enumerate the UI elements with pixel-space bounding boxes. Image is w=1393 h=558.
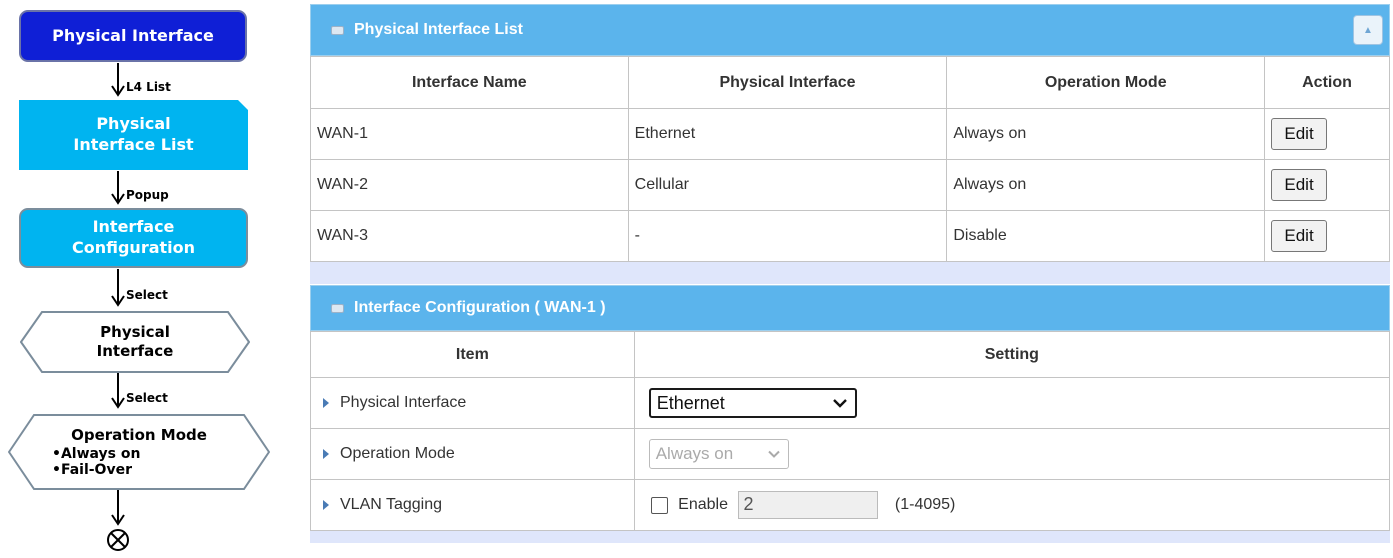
row-label: Physical Interface <box>317 394 628 412</box>
vlan-id-input[interactable]: 2 <box>738 491 879 519</box>
physical-interface-label: Physical Interface <box>340 394 467 411</box>
cell-physical-interface: - <box>627 210 948 262</box>
circle-cross-icon <box>107 529 129 551</box>
panel-footer <box>310 531 1390 543</box>
collapse-button[interactable]: ▲ <box>1353 15 1383 45</box>
select-value: Always on <box>655 444 734 463</box>
flow-node-label-line: Operation Mode <box>71 426 207 445</box>
vlan-tagging-label: VLAN Tagging <box>340 496 442 513</box>
cell-action: Edit <box>1264 108 1390 160</box>
cell-setting: Always on <box>633 428 1391 480</box>
column-header-item: Item <box>310 331 635 378</box>
column-header-setting: Setting <box>633 331 1391 378</box>
table-row: WAN-2 Cellular Always on Edit <box>310 159 1390 211</box>
flow-node-operation-mode: Operation Mode •Always on •Fail-Over <box>8 414 270 490</box>
panel-header: Interface Configuration ( WAN-1 ) <box>310 285 1390 331</box>
cell-item: Physical Interface <box>310 377 635 429</box>
cell-physical-interface: Cellular <box>627 159 948 211</box>
table-row: Physical Interface Ethernet <box>310 377 1391 429</box>
flow-node-interface-configuration: Interface Configuration <box>19 208 248 268</box>
cell-physical-interface: Ethernet <box>627 108 948 160</box>
row-label: Operation Mode <box>317 445 628 463</box>
cell-item: VLAN Tagging <box>310 479 635 531</box>
physical-interface-select[interactable]: Ethernet <box>648 388 857 418</box>
physical-interface-list-panel: Physical Interface List ▲ Interface Name… <box>310 4 1390 284</box>
panel-title: Physical Interface List <box>354 21 523 38</box>
flow-node-select-physical-interface: Physical Interface <box>20 311 250 373</box>
cell-interface-name: WAN-2 <box>310 159 629 211</box>
column-header-interface-name: Interface Name <box>310 56 629 109</box>
cell-setting: Enable 2 (1-4095) <box>633 479 1391 531</box>
triangle-up-icon: ▲ <box>1363 24 1373 36</box>
flow-node-label-line: Configuration <box>71 238 196 257</box>
cell-item: Operation Mode <box>310 428 635 480</box>
cell-operation-mode: Disable <box>946 210 1266 262</box>
triangle-right-icon <box>323 500 329 510</box>
edit-button-wan-2[interactable]: Edit <box>1271 169 1328 201</box>
table-row: Operation Mode Always on <box>310 428 1391 480</box>
configuration-table: Item Setting Physical Interface Ethernet <box>310 331 1391 531</box>
cell-setting: Ethernet <box>633 377 1391 429</box>
interface-table: Interface Name Physical Interface Operat… <box>310 56 1390 262</box>
edit-button-wan-3[interactable]: Edit <box>1271 220 1328 252</box>
select-value: Ethernet <box>656 392 725 413</box>
flow-node-label-line: Physical <box>100 322 170 341</box>
table-row: VLAN Tagging Enable 2 (1-4095) <box>310 479 1391 531</box>
cell-action: Edit <box>1264 159 1390 211</box>
flow-option-always-on: •Always on <box>52 445 141 462</box>
flow-node-label-line: Physical <box>96 114 171 134</box>
flow-node-physical-interface: Physical Interface <box>19 10 247 62</box>
vlan-range-hint: (1-4095) <box>894 496 956 513</box>
cell-interface-name: WAN-1 <box>310 108 629 160</box>
flow-arrow-label-popup: Popup <box>126 188 169 202</box>
cell-operation-mode: Always on <box>946 159 1266 211</box>
table-header-row: Item Setting <box>310 331 1391 378</box>
table-row: WAN-1 Ethernet Always on Edit <box>310 108 1390 160</box>
column-header-physical-interface: Physical Interface <box>627 56 948 109</box>
flow-node-label-line: Interface <box>96 342 174 360</box>
column-header-operation-mode: Operation Mode <box>946 56 1266 109</box>
flow-node-label-line: Interface List <box>73 135 194 154</box>
flow-arrow-label-select: Select <box>126 288 168 302</box>
table-header-row: Interface Name Physical Interface Operat… <box>310 56 1390 109</box>
panel-header: Physical Interface List ▲ <box>310 4 1390 56</box>
flow-option-fail-over: •Fail-Over <box>52 461 132 478</box>
vlan-enable-label: Enable <box>678 496 728 513</box>
flow-arrow-label-select: Select <box>126 391 168 405</box>
cell-interface-name: WAN-3 <box>310 210 629 262</box>
chevron-down-icon <box>767 450 780 458</box>
flow-node-label: Physical Interface <box>52 25 214 45</box>
table-row: WAN-3 - Disable Edit <box>310 210 1390 262</box>
panel-footer <box>310 262 1390 284</box>
flow-node-physical-interface-list: Physical Interface List <box>19 100 248 170</box>
panel-bullet-icon <box>331 25 344 35</box>
edit-button-wan-1[interactable]: Edit <box>1271 118 1328 150</box>
cell-operation-mode: Always on <box>946 108 1266 160</box>
flow-node-label-line: Interface <box>92 217 175 237</box>
chevron-down-icon <box>832 398 847 408</box>
column-header-action: Action <box>1264 56 1390 109</box>
operation-mode-select[interactable]: Always on <box>648 439 789 469</box>
interface-configuration-panel: Interface Configuration ( WAN-1 ) Item S… <box>310 285 1391 543</box>
flow-arrow-label-l4list: L4 List <box>126 80 171 94</box>
panel-bullet-icon <box>331 303 344 313</box>
flow-diagram: Physical Interface L4 List Physical Inte… <box>0 0 290 558</box>
triangle-right-icon <box>323 398 329 408</box>
row-label: VLAN Tagging <box>317 496 628 514</box>
cell-action: Edit <box>1264 210 1390 262</box>
panel-title: Interface Configuration ( WAN-1 ) <box>354 299 606 316</box>
operation-mode-label: Operation Mode <box>340 445 455 462</box>
triangle-right-icon <box>323 449 329 459</box>
vlan-enable-checkbox[interactable] <box>650 496 668 514</box>
